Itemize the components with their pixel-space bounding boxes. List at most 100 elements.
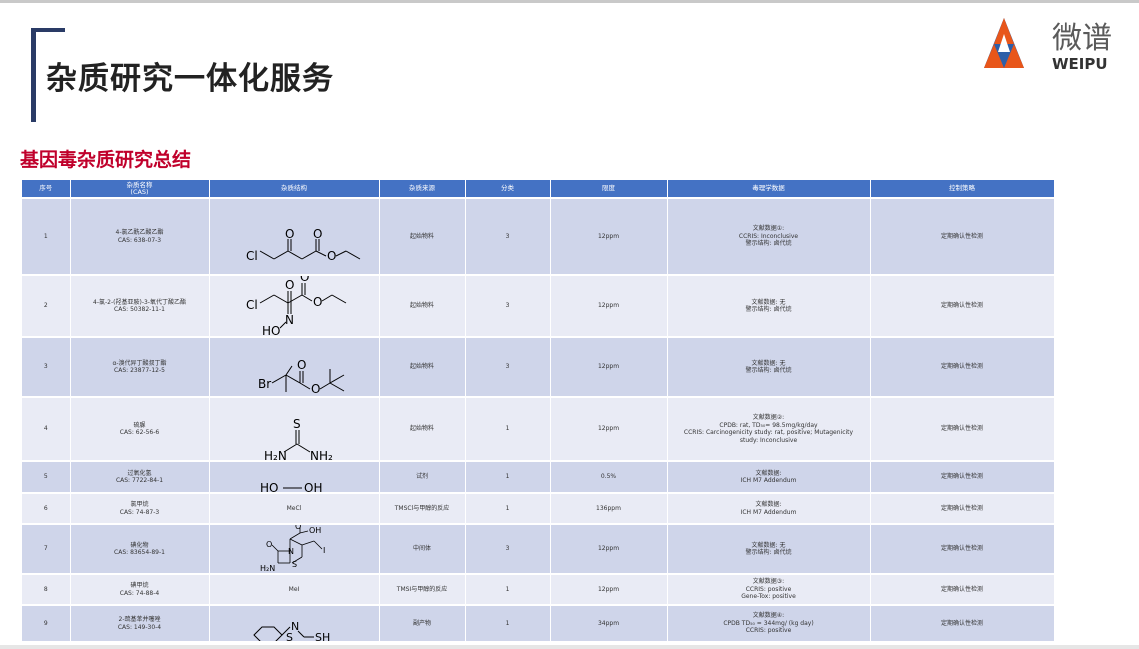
limit: 136ppm: [550, 492, 668, 524]
structure-cell: Cl O O O N HO: [209, 274, 380, 337]
tox-data: 文献数据: 无 警示结构: 卤代烷: [667, 336, 871, 397]
impurity-name: 4-氯-2-(羟基亚胺)-3-氧代丁酸乙酯: [93, 298, 186, 306]
structure-hydrogen-peroxide: HO OH: [260, 481, 322, 492]
limit: 12ppm: [550, 336, 668, 397]
tox-line: 文献数据①:: [752, 225, 785, 233]
class: 3: [465, 336, 551, 397]
col-header-limit: 限度: [550, 180, 668, 198]
impurity-name: 4-氯乙酰乙酸乙酯: [115, 229, 164, 236]
title-bracket-top: [31, 28, 65, 32]
row-no: 3: [22, 336, 71, 397]
limit: 12ppm: [550, 573, 668, 605]
table-row: 2 4-氯-2-(羟基亚胺)-3-氧代丁酸乙酯 CAS: 50382-11-1 …: [22, 274, 1055, 337]
control: 定期确认性检测: [870, 604, 1055, 641]
atom-label: O: [285, 278, 294, 292]
tox-line: 文献数据④:: [752, 612, 785, 620]
source: 试剂: [379, 460, 466, 493]
impurity-name: 硫脲: [133, 421, 146, 429]
structure-thiourea: S H₂N NH₂: [264, 417, 333, 460]
limit: 0.5%: [550, 460, 668, 493]
table-row: 7 碘化物 CAS: 83654-89-1 O OH O N S I H₂N 中…: [22, 523, 1055, 574]
col-header-structure: 杂质结构: [209, 180, 380, 198]
control: 定期确认性检测: [870, 197, 1055, 275]
tox-line: 警示结构: 卤代烷: [745, 240, 792, 248]
row-no: 9: [22, 604, 71, 641]
structure-cell: Br O O: [209, 336, 380, 397]
atom-label: SH: [315, 631, 330, 641]
atom-label: O: [313, 295, 322, 309]
tox-line: 警示结构: 卤代烷: [745, 549, 792, 556]
atom-label: OH: [309, 526, 321, 535]
page-title: 杂质研究一体化服务: [46, 61, 334, 97]
title-bracket: [31, 28, 36, 122]
tox-data: 文献数据: 无 警示结构: 卤代烷: [667, 523, 871, 574]
limit: 34ppm: [550, 604, 668, 641]
limit: 12ppm: [550, 523, 668, 574]
table-row: 1 4-氯乙酰乙酸乙酯 CAS: 638-07-3 Cl O O O 起始物料 …: [22, 197, 1055, 275]
impurity-name-cell: 4-氯乙酰乙酸乙酯 CAS: 638-07-3: [70, 197, 210, 275]
control: 定期确认性检测: [870, 460, 1055, 493]
structure-label: MeI: [288, 585, 300, 593]
structure-tert-butyl-bromoisobutyrate: Br O O: [258, 358, 344, 396]
atom-label: Cl: [246, 298, 258, 312]
structure-cell: MeCl: [209, 492, 380, 524]
table-header-row: 序号 杂质名称 (CAS) 杂质结构 杂质来源 分类 限度 毒理学数据 控制策略: [22, 180, 1055, 198]
table-row: 4 硫脲 CAS: 62-56-6 S H₂N NH₂ 起始物料 1 12ppm…: [22, 396, 1055, 461]
structure-label: MeCl: [286, 504, 302, 512]
class: 3: [465, 274, 551, 337]
atom-label: I: [323, 546, 325, 555]
tox-line: ICH M7 Addendum: [740, 477, 797, 484]
atom-label: S: [292, 560, 297, 569]
source: 中间体: [379, 523, 466, 574]
row-no: 4: [22, 396, 71, 461]
structure-cell: Cl O O O: [209, 197, 380, 275]
impurity-name-cell: 碘甲烷 CAS: 74-88-4: [70, 573, 210, 605]
weipu-logo: 微谱 WEIPU: [984, 18, 1112, 73]
structure-chloro-hydroxyimino-ester: Cl O O O N HO: [246, 276, 346, 336]
row-no: 8: [22, 573, 71, 605]
source: 起始物料: [379, 396, 466, 461]
class: 1: [465, 573, 551, 605]
col-header-source: 杂质来源: [379, 180, 466, 198]
atom-label: HO: [260, 481, 278, 492]
structure-mercaptobenzothiazole: N S SH: [252, 620, 330, 641]
tox-line: 文献数据:: [755, 469, 782, 477]
tox-line: CCRIS: positive: [745, 585, 792, 593]
atom-label: O: [266, 540, 272, 549]
tox-line: 文献数据: 无: [751, 298, 786, 306]
source: TMSCl与甲醇的反应: [379, 492, 466, 524]
atom-label: H₂N: [260, 564, 275, 573]
row-no: 5: [22, 460, 71, 493]
table-row: 3 α-溴代异丁酸叔丁酯 CAS: 23877-12-5 Br O O 起始物料…: [22, 336, 1055, 397]
atom-label: HO: [262, 324, 280, 336]
tox-line: 文献数据③:: [752, 578, 785, 586]
tox-line: CCRIS: positive: [745, 627, 792, 635]
col-header-tox: 毒理学数据: [667, 180, 871, 198]
tox-line: CPDB TD₅₀ = 344mg/ (kg day): [723, 619, 814, 627]
impurity-cas: CAS: 74-88-4: [119, 589, 160, 597]
structure-cell: HO OH: [209, 460, 380, 493]
source: 起始物料: [379, 274, 466, 337]
tox-line: 文献数据:: [755, 501, 782, 508]
tox-data: 文献数据③: CCRIS: positive Gene-Tox: positiv…: [667, 573, 871, 605]
tox-data: 文献数据②: CPDB: rat, TD₅₀= 98.5mg/kg/day CC…: [667, 396, 871, 461]
tox-line: CCRIS: Carcinogenicity study: rat, posit…: [683, 429, 854, 436]
class: 1: [465, 460, 551, 493]
control: 定期确认性检测: [870, 396, 1055, 461]
svg-text:微谱: 微谱: [1052, 21, 1112, 56]
atom-label: O: [313, 227, 322, 241]
impurity-name-cell: 氯甲烷 CAS: 74-87-3: [70, 492, 210, 524]
class: 3: [465, 197, 551, 275]
limit: 12ppm: [550, 396, 668, 461]
svg-text:WEIPU: WEIPU: [1052, 55, 1108, 73]
tox-line: ICH M7 Addendum: [740, 508, 797, 516]
impurity-name-cell: 2-巯基苯并噻唑 CAS: 149-30-4: [70, 604, 210, 641]
tox-line: Gene-Tox: positive: [741, 593, 796, 601]
impurity-name-cell: 硫脲 CAS: 62-56-6: [70, 396, 210, 461]
table-row: 8 碘甲烷 CAS: 74-88-4 MeI TMSI与甲醇的反应 1 12pp…: [22, 573, 1055, 605]
row-no: 2: [22, 274, 71, 337]
row-no: 7: [22, 523, 71, 574]
class: 3: [465, 523, 551, 574]
source: 起始物料: [379, 197, 466, 275]
atom-label: O: [300, 276, 309, 284]
